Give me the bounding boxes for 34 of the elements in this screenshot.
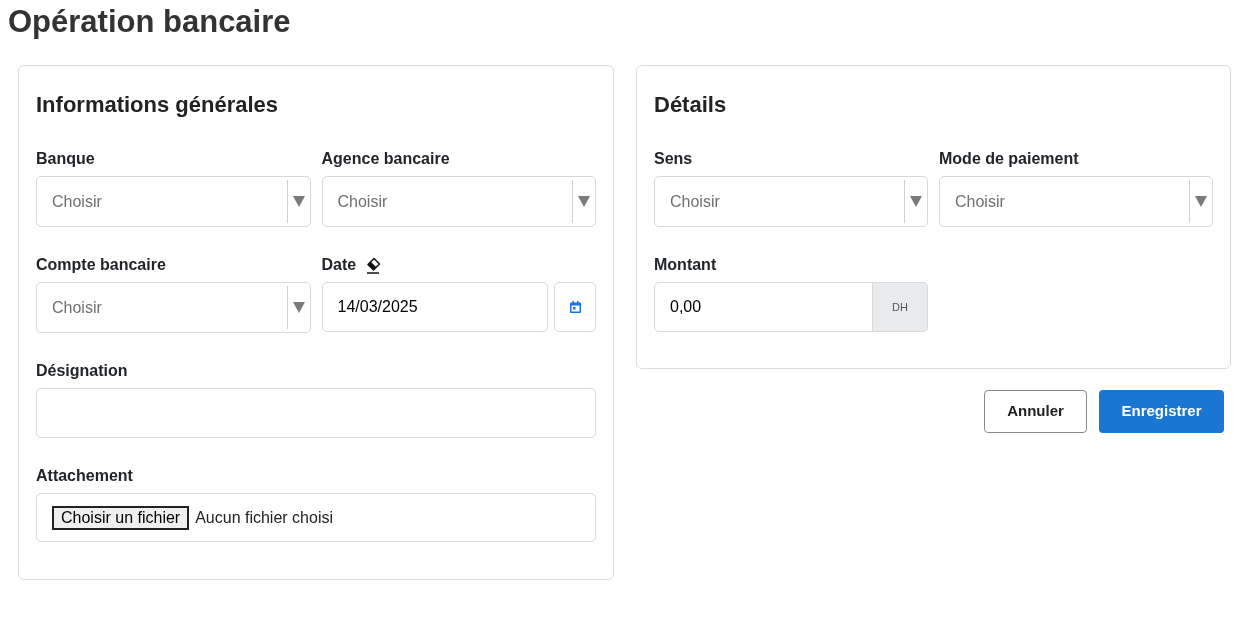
dropdown-arrow-icon [292, 302, 305, 313]
field-label: Banque [36, 149, 95, 169]
page-title: Opération bancaire [8, 4, 291, 40]
card-title: Détails [654, 91, 727, 119]
field-label: Sens [654, 149, 693, 169]
select-field[interactable]: Choisir [36, 282, 311, 333]
save-button[interactable]: Enregistrer [1099, 390, 1224, 433]
field-label: Compte bancaire [36, 255, 166, 275]
dropdown-arrow-icon [578, 196, 590, 207]
select-field[interactable]: Choisir [654, 176, 928, 227]
calendar-icon [569, 301, 581, 313]
field-label: Montant [654, 255, 717, 275]
amount-input[interactable]: 0,00 [654, 282, 873, 332]
dropdown-arrow-icon [910, 196, 922, 207]
date-input[interactable]: 14/03/2025 [321, 282, 548, 332]
field-label: Désignation [36, 361, 128, 381]
file-input-field[interactable]: Choisir un fichier Aucun fichier choisi [36, 493, 596, 542]
field-label: Date [321, 255, 357, 275]
cancel-button[interactable]: Annuler [984, 390, 1087, 433]
choose-file-button[interactable]: Choisir un fichier [52, 505, 190, 530]
field-label: Mode de paiement [939, 149, 1079, 169]
select-field[interactable]: Choisir [36, 176, 311, 227]
dropdown-arrow-icon [292, 196, 305, 207]
text-input[interactable] [36, 388, 596, 438]
select-field[interactable]: Choisir [939, 176, 1213, 227]
field-label: Agence bancaire [321, 149, 450, 169]
currency-addon: DH [873, 282, 928, 332]
eraser-icon[interactable] [365, 256, 382, 274]
select-field[interactable]: Choisir [321, 176, 596, 227]
field-label: Attachement [36, 466, 133, 486]
dropdown-arrow-icon [1195, 196, 1207, 207]
card-title: Informations générales [36, 91, 279, 119]
calendar-button[interactable] [554, 282, 596, 332]
file-status-text: Aucun fichier choisi [195, 507, 333, 528]
